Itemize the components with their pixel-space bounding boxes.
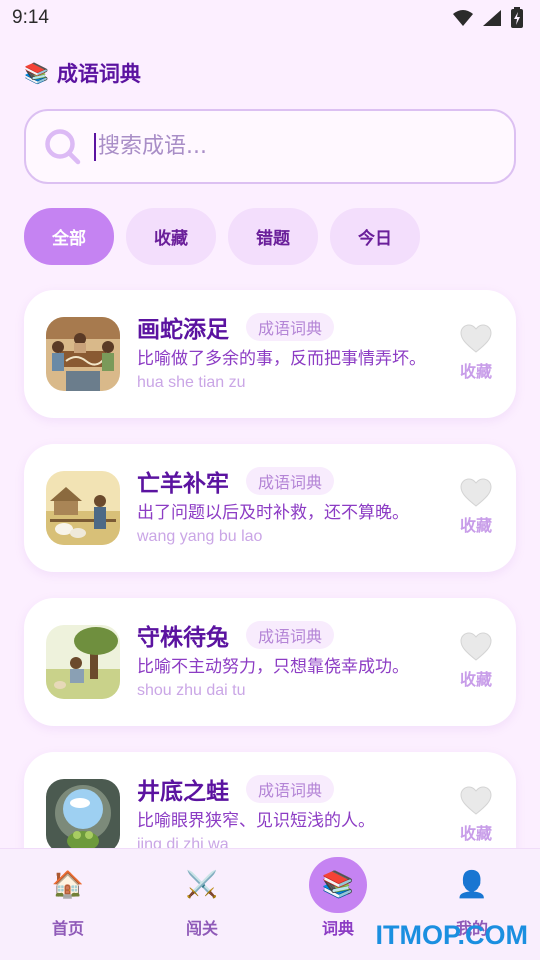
filter-chip-mistakes[interactable]: 错题 [228,208,318,265]
search-icon [45,128,81,164]
favorite-label: 收藏 [459,516,492,535]
favorite-button[interactable]: 收藏 [456,632,496,690]
idiom-tag: 成语词典 [246,621,335,649]
heart-icon [460,632,492,661]
idiom-meaning: 比喻不主动努力，只想靠侥幸成功。 [137,657,409,677]
idiom-illustration [46,471,120,545]
favorite-label: 收藏 [459,362,492,381]
nav-item-dictionary[interactable]: 📚 词典 [298,857,378,939]
list-item[interactable]: 亡羊补牢 成语词典 出了问题以后及时补救，还不算晚。 wang yang bu … [24,444,516,572]
heart-icon [460,324,492,353]
idiom-pinyin: shou zhu dai tu [137,682,246,699]
books-icon: 📚 [309,857,367,913]
status-bar: 9:14 [0,0,540,36]
idiom-meaning: 比喻眼界狭窄、见识短浅的人。 [137,811,375,831]
idiom-illustration [46,779,120,853]
filter-chips: 全部 收藏 错题 今日 [24,208,420,265]
list-item[interactable]: 画蛇添足 成语词典 比喻做了多余的事，反而把事情弄坏。 hua she tian… [24,290,516,418]
house-icon: 🏠 [51,870,85,900]
battery-icon [511,7,523,28]
nav-label: 首页 [51,919,84,938]
idiom-meaning: 比喻做了多余的事，反而把事情弄坏。 [137,349,426,369]
idiom-tag: 成语词典 [246,467,335,495]
search-box[interactable] [24,109,516,184]
list-item[interactable]: 守株待兔 成语词典 比喻不主动努力，只想靠侥幸成功。 shou zhu dai … [24,598,516,726]
idiom-tag: 成语词典 [246,313,335,341]
nav-label: 词典 [321,919,354,938]
favorite-button[interactable]: 收藏 [456,786,496,844]
idiom-name: 井底之蛙 [137,779,229,805]
heart-icon [460,478,492,507]
filter-chip-today[interactable]: 今日 [330,208,420,265]
app-header: 📚 成语词典 [24,58,141,88]
page-title: 成语词典 [56,62,141,86]
idiom-name: 亡羊补牢 [137,471,229,497]
user-icon: 👤 [455,870,489,900]
nav-item-home[interactable]: 🏠 首页 [28,857,108,939]
nav-item-challenge[interactable]: ⚔️ 闯关 [162,857,242,939]
books-icon: 📚 [24,61,49,85]
filter-chip-all[interactable]: 全部 [24,208,114,265]
idiom-name: 画蛇添足 [137,317,229,343]
idiom-pinyin: wang yang bu lao [137,528,263,545]
wifi-icon [453,10,473,26]
text-cursor [94,132,96,161]
idiom-pinyin: hua she tian zu [137,374,246,391]
heart-icon [460,786,492,815]
favorite-label: 收藏 [459,824,492,843]
idiom-tag: 成语词典 [246,775,335,803]
idiom-illustration [46,317,120,391]
search-input[interactable] [98,134,478,159]
filter-chip-favorites[interactable]: 收藏 [126,208,216,265]
crossed-swords-icon: ⚔️ [185,870,219,900]
idiom-illustration [46,625,120,699]
cellular-signal-icon [483,10,501,26]
idiom-meaning: 出了问题以后及时补救，还不算晚。 [137,503,409,523]
favorite-label: 收藏 [459,670,492,689]
idiom-name: 守株待兔 [137,625,229,651]
status-icons [452,7,524,29]
nav-label: 闯关 [185,919,218,938]
favorite-button[interactable]: 收藏 [456,324,496,382]
status-time: 9:14 [12,7,49,28]
favorite-button[interactable]: 收藏 [456,478,496,536]
watermark: ITMOP.COM [375,920,528,950]
